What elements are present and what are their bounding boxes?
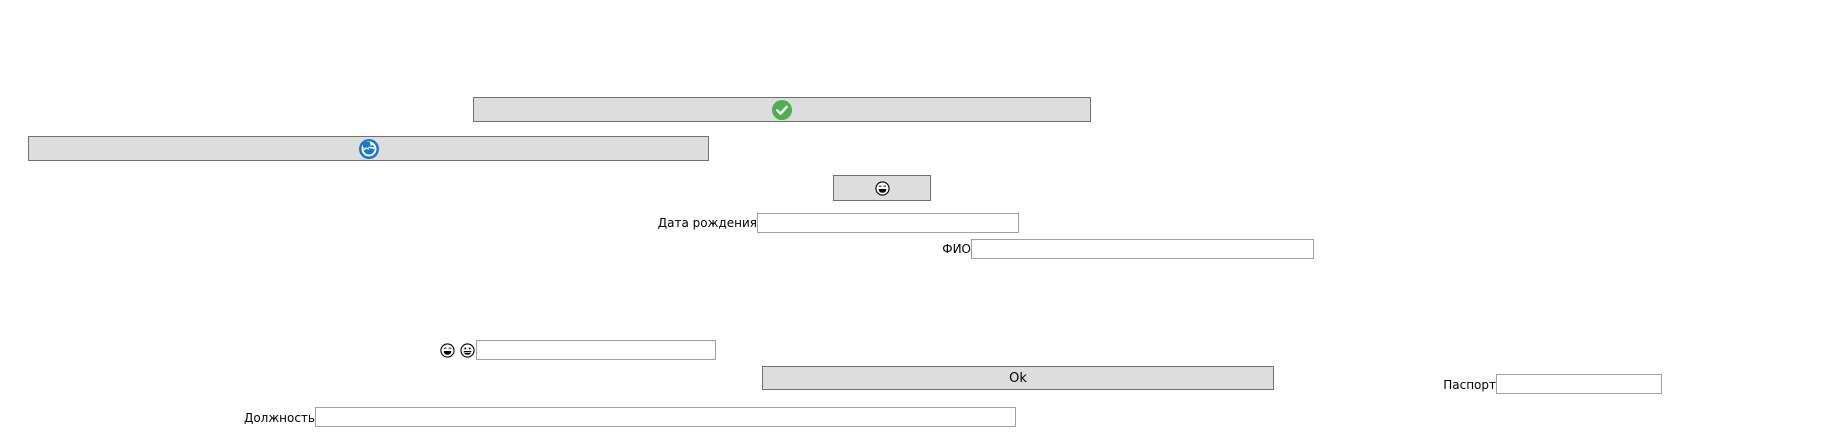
grinning-face-icon [460,343,475,358]
ok-button[interactable]: Ok [762,366,1274,390]
confirm-button[interactable] [473,97,1091,122]
check-circle-icon [772,99,792,120]
position-field[interactable] [315,407,1016,427]
full-name-label: ФИО [942,242,971,256]
emoji-button[interactable] [833,175,931,201]
refresh-button[interactable] [28,136,709,161]
position-label: Должность [243,411,315,425]
birth-date-label: Дата рождения [657,216,757,230]
laughing-face-icon [440,343,455,358]
passport-label: Паспорт [1443,378,1496,392]
emoji-field[interactable] [476,340,716,360]
laughing-face-icon [874,180,890,196]
full-name-field[interactable] [971,239,1314,259]
passport-field[interactable] [1496,374,1662,394]
birth-date-field[interactable] [757,213,1019,233]
refresh-cloud-icon [358,138,380,160]
